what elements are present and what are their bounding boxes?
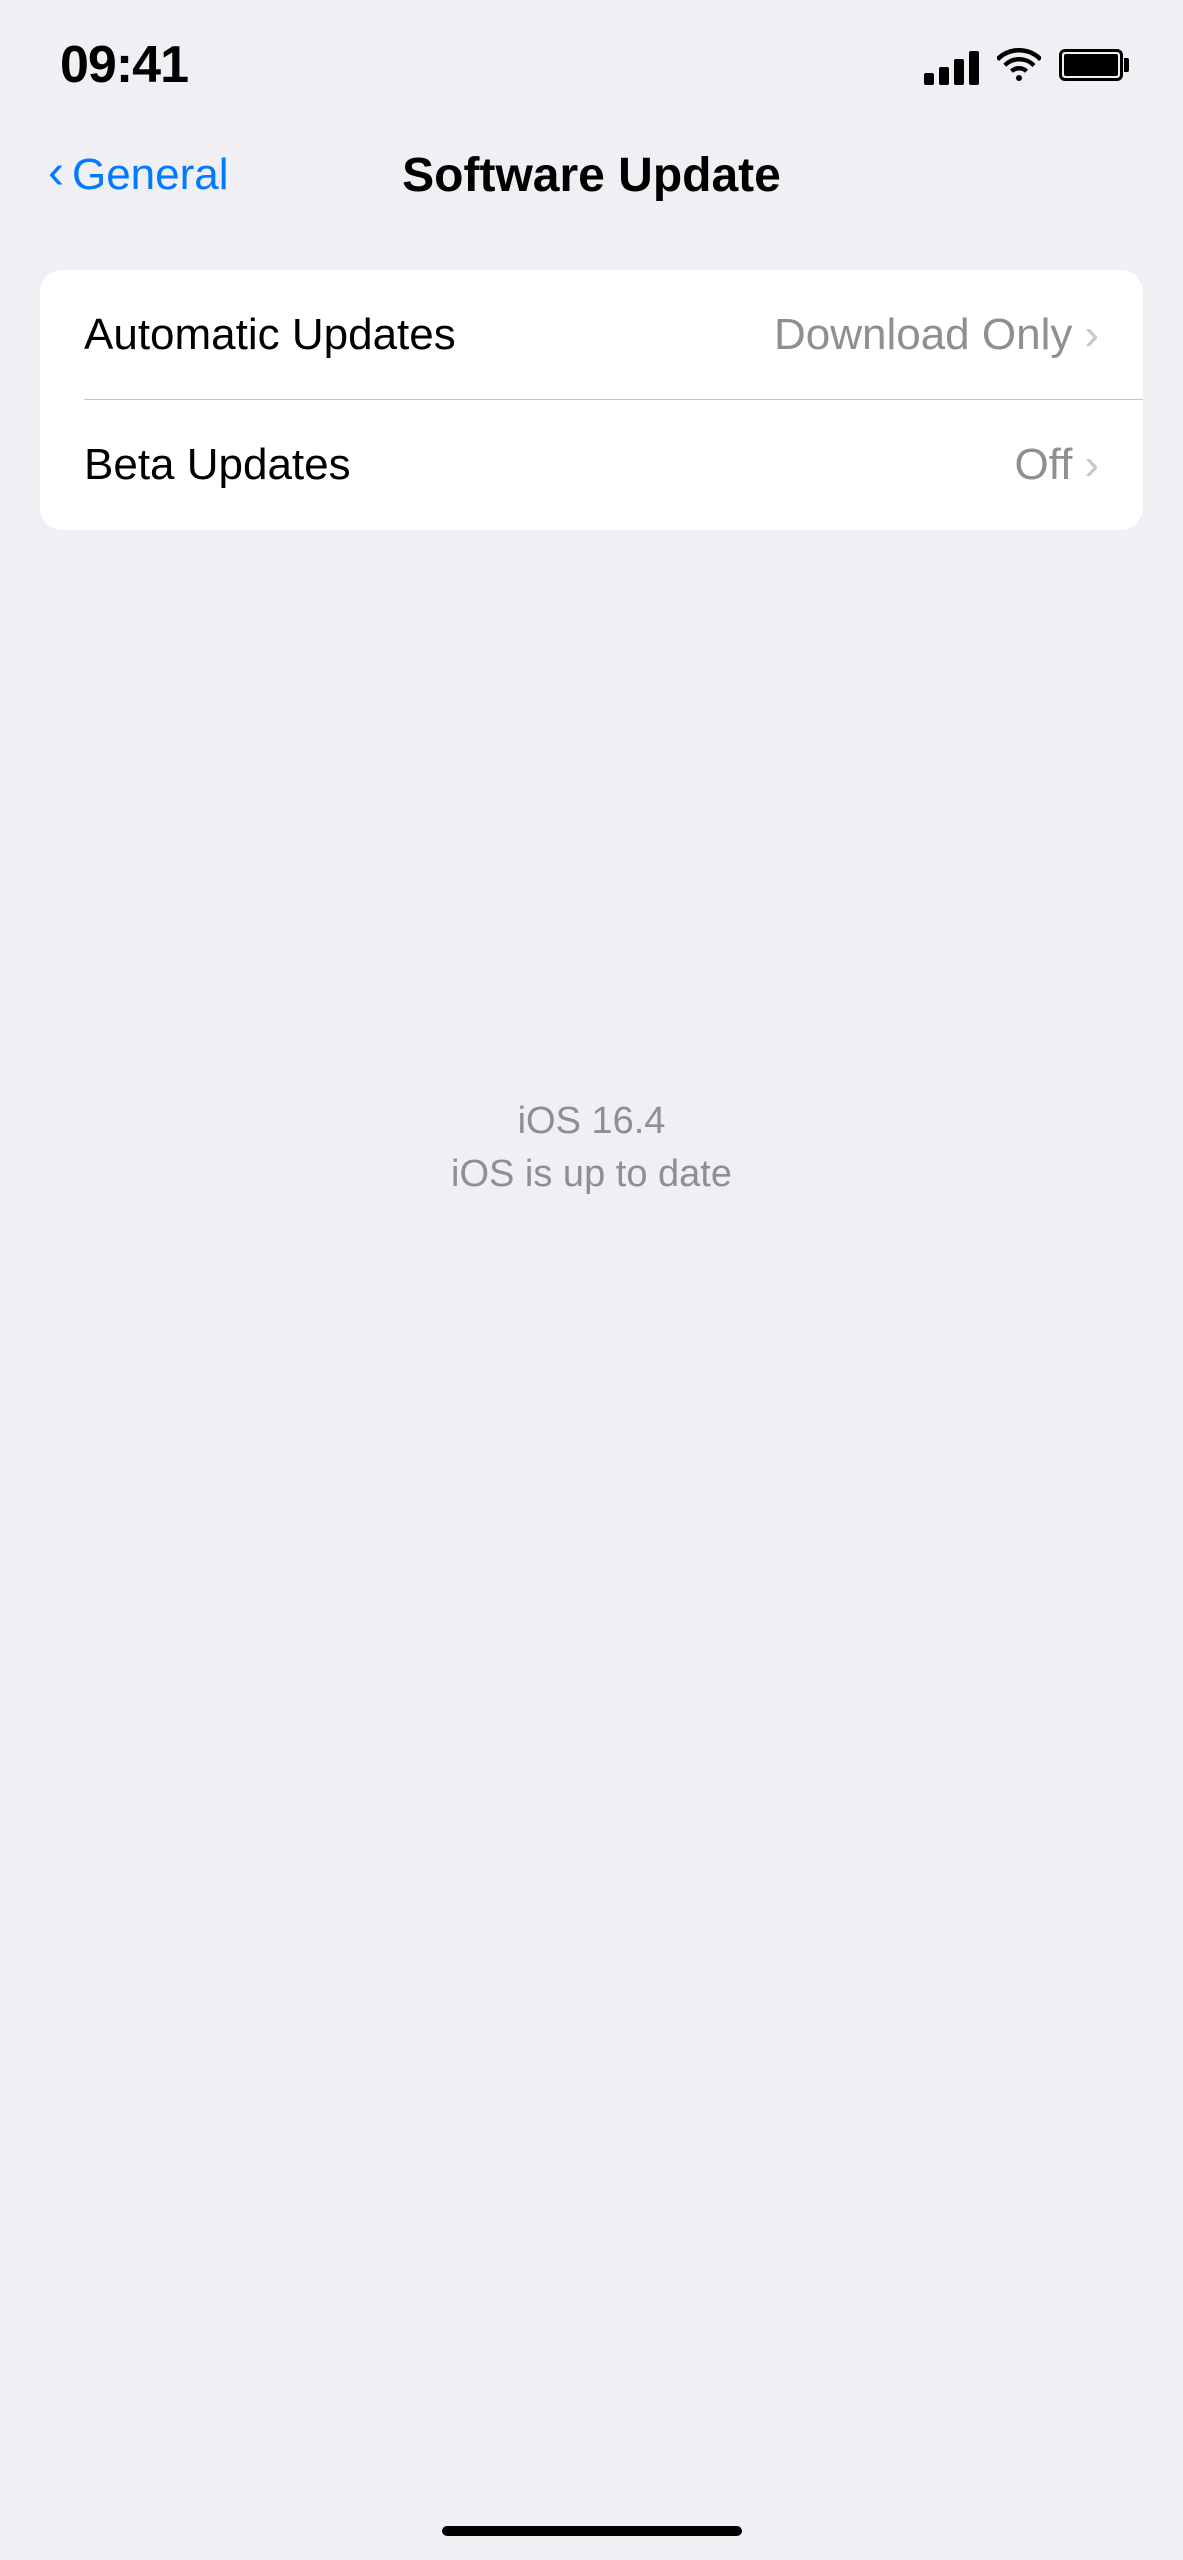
beta-updates-label: Beta Updates xyxy=(84,440,351,490)
automatic-updates-chevron-icon: › xyxy=(1084,313,1099,357)
automatic-updates-row[interactable]: Automatic Updates Download Only › xyxy=(40,270,1143,400)
wifi-icon xyxy=(997,48,1041,82)
battery-icon xyxy=(1059,49,1123,81)
beta-updates-value: Off xyxy=(1014,440,1072,490)
automatic-updates-value-group: Download Only › xyxy=(774,310,1099,360)
ios-version: iOS 16.4 xyxy=(451,1100,732,1143)
beta-updates-value-group: Off › xyxy=(1014,440,1099,490)
page-title: Software Update xyxy=(402,148,781,203)
signal-icon xyxy=(924,45,979,85)
ios-status: iOS is up to date xyxy=(451,1153,732,1196)
home-indicator xyxy=(442,2526,742,2536)
nav-header: ‹ General Software Update xyxy=(0,130,1183,230)
back-button[interactable]: ‹ General xyxy=(48,150,229,200)
automatic-updates-label: Automatic Updates xyxy=(84,310,456,360)
status-time: 09:41 xyxy=(60,35,188,95)
status-bar: 09:41 xyxy=(0,0,1183,130)
back-chevron-icon: ‹ xyxy=(48,149,64,197)
beta-updates-row[interactable]: Beta Updates Off › xyxy=(40,400,1143,530)
automatic-updates-value: Download Only xyxy=(774,310,1072,360)
beta-updates-chevron-icon: › xyxy=(1084,443,1099,487)
status-icons xyxy=(924,45,1123,85)
back-label: General xyxy=(72,150,229,200)
center-info: iOS 16.4 iOS is up to date xyxy=(451,1100,732,1196)
settings-section: Automatic Updates Download Only › Beta U… xyxy=(40,270,1143,530)
